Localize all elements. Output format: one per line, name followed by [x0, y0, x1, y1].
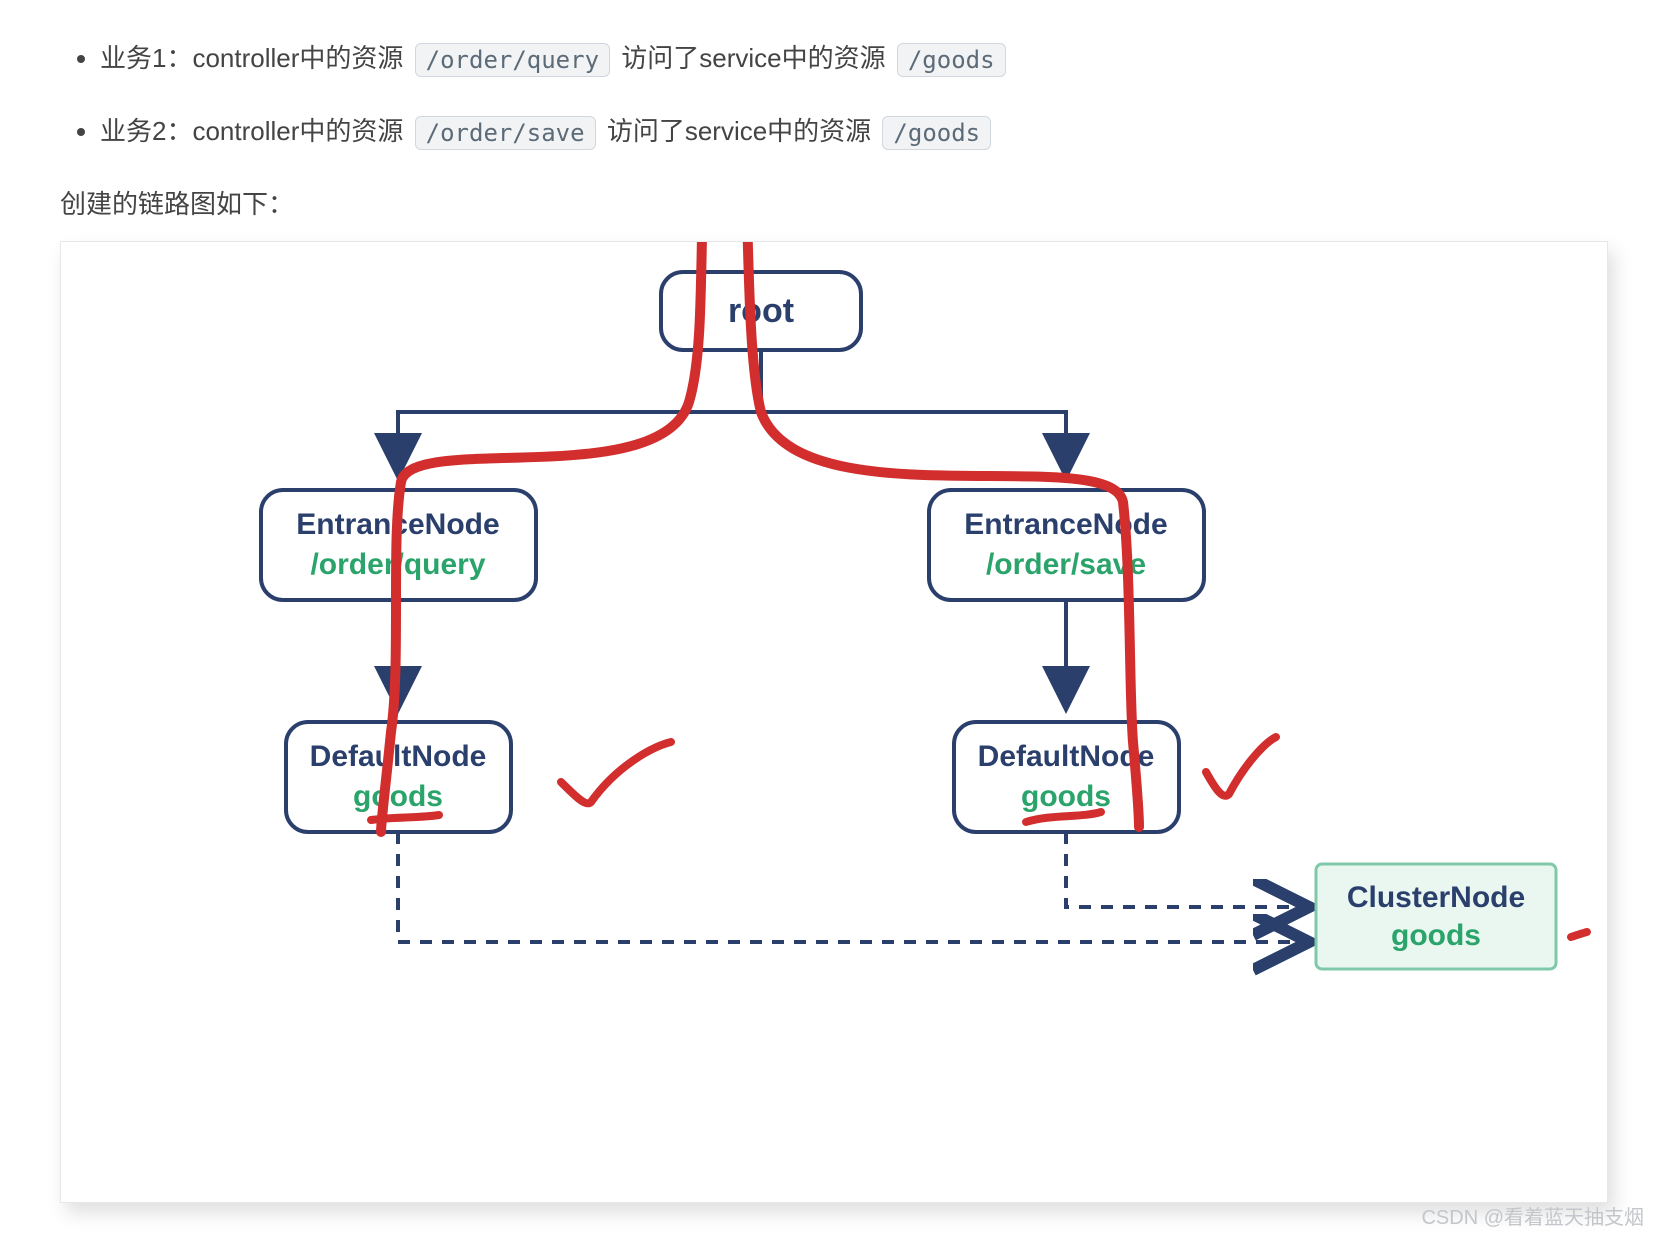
stray-mark-icon — [1571, 932, 1587, 937]
checkmark-icon-right — [1206, 737, 1276, 796]
bullet-1-prefix: 业务1：controller中的资源 — [100, 43, 403, 73]
code-goods-2: /goods — [882, 116, 991, 150]
cluster-node — [1316, 864, 1556, 969]
bullet-list: 业务1：controller中的资源 /order/query 访问了servi… — [100, 38, 1638, 150]
entrance-node-right — [929, 490, 1204, 600]
cluster-res: goods — [1391, 919, 1481, 952]
cluster-title: ClusterNode — [1347, 881, 1525, 914]
bullet-item-1: 业务1：controller中的资源 /order/query 访问了servi… — [100, 38, 1638, 77]
entrance-right-title: EntranceNode — [964, 508, 1167, 541]
tree-diagram: root EntranceNode /order/query EntranceN… — [61, 242, 1631, 1202]
bullet-2-mid: 访问了service中的资源 — [607, 116, 871, 146]
default-right-title: DefaultNode — [978, 740, 1155, 773]
bullet-1-mid: 访问了service中的资源 — [621, 43, 885, 73]
bullet-2-prefix: 业务2：controller中的资源 — [100, 116, 403, 146]
default-left-title: DefaultNode — [310, 740, 487, 773]
default-left-res: goods — [353, 780, 443, 813]
intro-paragraph: 创建的链路图如下： — [60, 184, 1638, 221]
code-order-query: /order/query — [415, 43, 610, 77]
watermark: CSDN @看着蓝天抽支烟 — [1421, 1201, 1644, 1230]
code-order-save: /order/save — [415, 116, 596, 150]
default-right-res: goods — [1021, 780, 1111, 813]
diagram-container: root EntranceNode /order/query EntranceN… — [60, 241, 1608, 1203]
checkmark-icon-left — [561, 742, 671, 803]
root-label: root — [728, 292, 794, 330]
bullet-item-2: 业务2：controller中的资源 /order/save 访问了servic… — [100, 111, 1638, 150]
underline-goods-left — [371, 815, 439, 820]
code-goods-1: /goods — [897, 43, 1006, 77]
